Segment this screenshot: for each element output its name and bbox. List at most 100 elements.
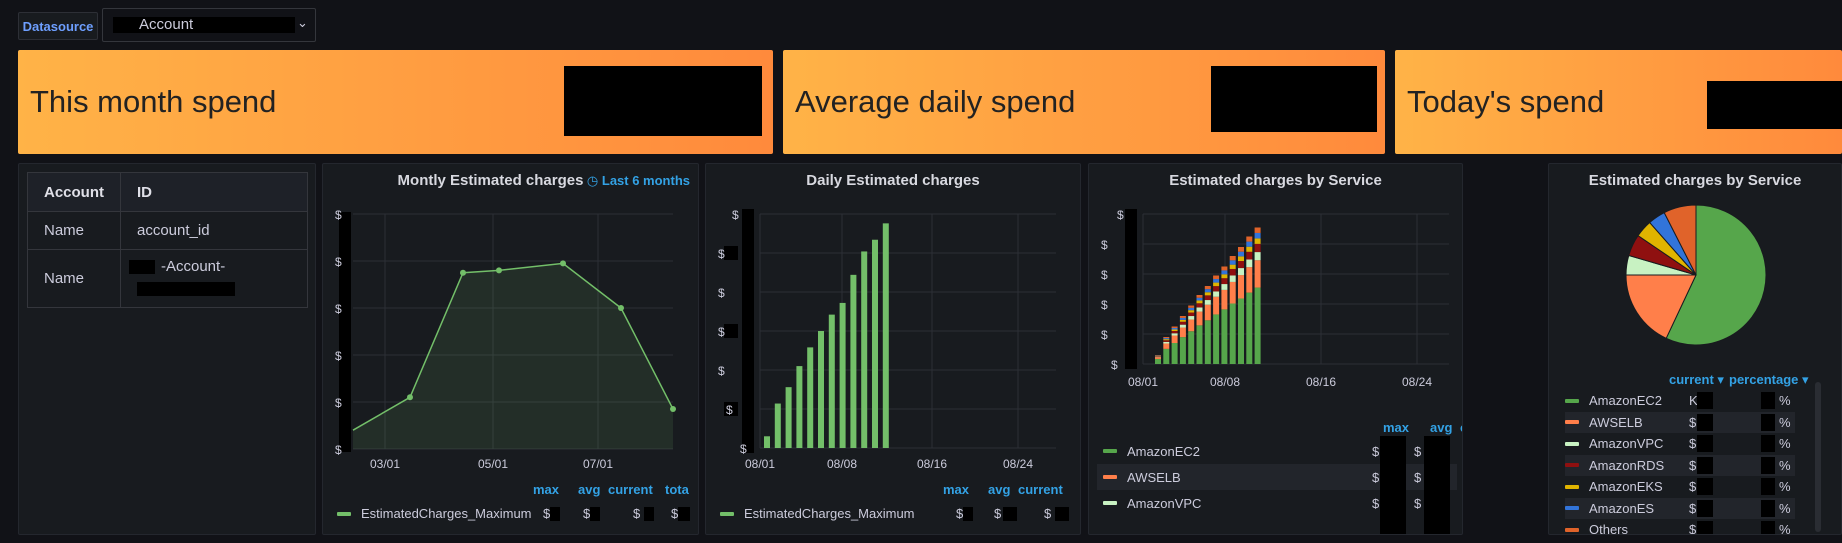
stack-segment [1171,333,1178,336]
table-header[interactable]: ID [120,172,308,212]
stack-segment [1229,303,1236,364]
legend-value: $ [633,506,655,521]
legend-swatch [720,511,734,516]
data-point [496,267,502,274]
legend-series-name: AmazonEKS [1589,479,1663,494]
table-header[interactable]: Account [27,172,121,212]
account-select[interactable]: Account ⌄ [102,8,316,42]
legend-row[interactable]: AmazonES $% [1565,497,1795,519]
legend-value-current: $ [1689,457,1697,473]
legend-header-current[interactable]: current ▾ [1669,372,1724,388]
legend-row[interactable]: AmazonVPC $% [1565,433,1795,454]
legend-value: $ [1414,443,1422,459]
legend-header-total[interactable]: tota [665,482,689,497]
stack-segment [1254,287,1261,364]
y-grid [759,213,1056,449]
y-tick-label: $ [740,442,747,456]
legend-value: $ [994,506,1018,521]
legend-header-percentage[interactable]: percentage ▾ [1729,372,1809,388]
redaction [1697,413,1713,431]
time-range-link[interactable]: ◷ Last 6 months [587,173,690,189]
legend-series-name: EstimatedCharges_Maximum [361,506,532,521]
table-cell: Name [27,211,121,250]
legend-series[interactable]: EstimatedCharges_Maximum [337,506,532,521]
legend-value-current: $ [1689,414,1697,430]
clock-icon: ◷ [586,173,599,188]
redaction [1761,413,1775,431]
scrollbar[interactable] [1815,382,1821,532]
bar [882,223,889,448]
stack-segment [1254,227,1261,233]
legend-header-current[interactable]: current [608,482,653,497]
monthly-chart[interactable]: $ $ $ $ $ $ 03/01 05/01 07/01 [323,194,699,494]
stack-segment [1163,340,1170,342]
redaction [129,260,155,274]
redaction [1697,435,1713,452]
legend-header-avg[interactable]: avg [578,482,600,497]
stat-todays-spend: Today's spend [1395,50,1842,154]
stack-segment [1213,291,1220,297]
legend-row[interactable]: AWSELB $% [1565,411,1795,433]
legend-header-max[interactable]: max [533,482,559,497]
y-tick-label: $ [335,255,342,269]
legend-series[interactable]: EstimatedCharges_Maximum [720,506,915,521]
legend-series-name: AWSELB [1589,414,1643,430]
legend-swatch [1565,398,1579,403]
x-tick-label: 08/08 [1210,375,1240,389]
stack-segment [1196,311,1203,326]
legend-row[interactable]: Others $% [1565,519,1795,535]
legend-header-avg[interactable]: avg [1430,420,1452,435]
legend-value-current: $ [1689,522,1697,535]
x-tick-label: 08/16 [917,457,947,471]
daily-bars [764,223,889,448]
daily-chart[interactable]: $ $ $ $ $ $ $ 08/01 08/08 08/16 08/24 [706,194,1081,494]
stack-segment [1246,292,1253,364]
legend-row[interactable]: AmazonEC2 [1103,442,1200,460]
stack-segment [1188,316,1195,320]
legend-row[interactable]: AWSELB [1103,468,1181,486]
x-tick-label: 08/24 [1402,375,1432,389]
stack-segment [1221,270,1228,275]
legend-value-current: $ [1689,436,1697,451]
stack-segment [1179,327,1186,338]
stack-segment [1229,264,1236,269]
account-table-panel: Account ID Name account_id Name -Account… [18,163,316,535]
stack-segment [1163,338,1170,340]
daily-charges-panel: Daily Estimated charges $ $ $ $ $ $ $ 08… [705,163,1081,535]
service-bars [1155,227,1261,364]
redaction [1761,392,1775,409]
y-tick-label: $ [335,443,342,457]
legend-header-current[interactable]: current ⌄ [1460,420,1462,451]
legend-series-name: AmazonVPC [1127,495,1202,511]
legend-value-current: $ [1689,500,1697,516]
legend-header-avg[interactable]: avg [988,482,1010,497]
account-name-value: -Account- [161,258,226,275]
service-pie-chart[interactable] [1549,204,1842,354]
stack-segment [1171,329,1178,331]
stack-segment [1238,261,1244,269]
data-point [460,269,466,276]
legend-header-max[interactable]: max [943,482,969,497]
legend-swatch [1565,506,1579,510]
redaction [1761,435,1775,452]
legend-row[interactable]: AmazonEKS $% [1565,476,1795,497]
legend-value: $ [1372,443,1380,459]
legend-swatch [1565,420,1579,424]
y-tick-label: $ [718,286,725,300]
table-cell: Name [27,249,121,308]
chevron-down-icon: ▾ [1717,372,1724,387]
service-stacked-chart[interactable]: $ $ $ $ $ $ 08/01 08/08 08/16 08/24 [1089,194,1463,404]
legend-row[interactable]: AmazonRDS $% [1565,454,1795,476]
legend-row[interactable]: AmazonEC2 K% [1565,390,1795,411]
bar [861,251,868,448]
redaction [1697,478,1713,495]
stack-segment [1171,335,1178,343]
stack-segment [1238,268,1244,276]
legend-header-max[interactable]: max [1383,420,1409,435]
pie-legend-table: AmazonEC2 K% AWSELB $% AmazonVPC $% AmazonRDS $… [1549,390,1841,535]
legend-header-current[interactable]: current [1018,482,1063,497]
legend-value-percentage: % [1779,457,1791,473]
legend-row[interactable]: AmazonVPC [1103,494,1201,512]
stack-segment [1171,326,1178,328]
stack-segment [1221,309,1228,364]
